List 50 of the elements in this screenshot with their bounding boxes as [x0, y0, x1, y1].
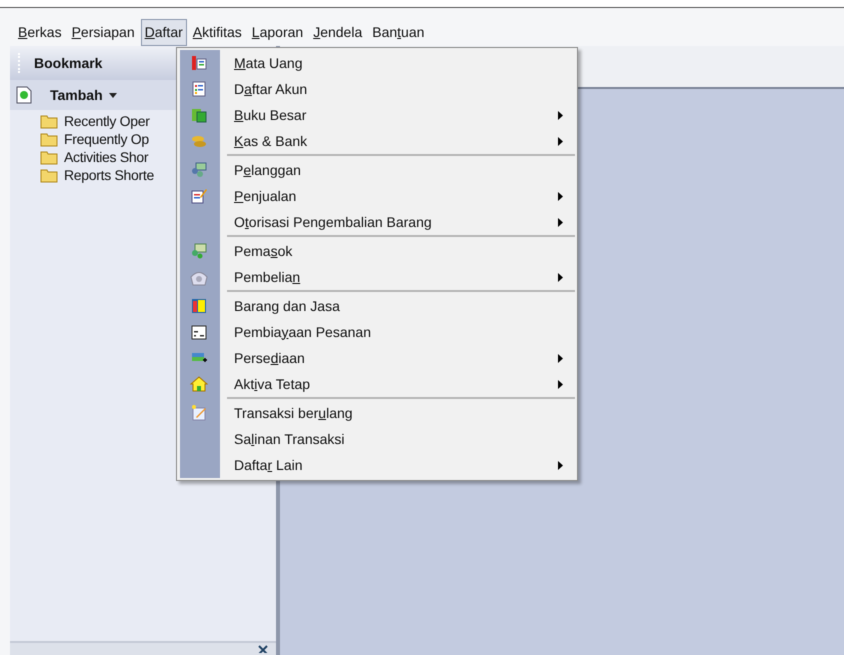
menu-item[interactable]: Aktiva Tetap	[177, 371, 575, 397]
menu-item[interactable]: Transaksi berulang	[177, 400, 575, 426]
menu-bar-item[interactable]: Laporan	[248, 18, 308, 46]
suppliers-icon	[190, 242, 208, 260]
menu-bar-item[interactable]: Aktifitas	[188, 18, 246, 46]
folder-icon	[40, 150, 58, 164]
form-icon	[190, 323, 208, 341]
menu-bar-item[interactable]: Berkas	[14, 18, 66, 46]
menu-item[interactable]: Pelanggan	[177, 157, 575, 183]
submenu-arrow-icon	[558, 192, 563, 200]
add-button[interactable]: Tambah	[50, 84, 117, 106]
menu-item[interactable]: Buku Besar	[177, 102, 575, 128]
submenu-arrow-icon	[558, 380, 563, 388]
house-icon	[190, 375, 208, 393]
add-page-icon	[16, 86, 32, 104]
menu-bar-item[interactable]: Bantuan	[368, 18, 428, 46]
menu-item[interactable]: Persediaan	[177, 345, 575, 371]
note-pencil-icon	[190, 404, 208, 422]
menu-item[interactable]: Kas & Bank	[177, 128, 575, 154]
menu-item[interactable]: Pemasok	[177, 238, 575, 264]
submenu-arrow-icon	[558, 218, 563, 226]
submenu-arrow-icon	[558, 136, 563, 146]
menu-item[interactable]: Barang dan Jasa	[177, 293, 575, 319]
panel-title: Bookmark	[34, 54, 102, 72]
currency-icon	[190, 54, 208, 72]
menu-item[interactable]: Penjualan	[177, 183, 575, 209]
list-icon	[190, 80, 208, 98]
close-icon[interactable]	[258, 643, 268, 653]
menu-bar-item[interactable]: Jendela	[309, 18, 366, 46]
submenu-arrow-icon	[558, 354, 563, 362]
people-icon	[190, 161, 208, 179]
menu-bar-item[interactable]: Persiapan	[68, 18, 139, 46]
menu-item[interactable]: Pembelian	[177, 264, 575, 290]
submenu-arrow-icon	[558, 272, 563, 282]
submenu-arrow-icon	[558, 460, 563, 470]
menu-bar-item[interactable]: Daftar	[140, 18, 187, 46]
menu-item[interactable]: Mata Uang	[177, 50, 575, 76]
folder-icon	[40, 114, 58, 128]
caret-icon	[108, 92, 117, 98]
bar-chart-icon	[190, 297, 208, 315]
menu-item[interactable]: Daftar Lain	[177, 452, 575, 478]
notepad-icon	[190, 187, 208, 205]
folder-icon	[40, 132, 58, 146]
submenu-arrow-icon	[558, 110, 563, 120]
folder-icon	[40, 168, 58, 182]
menu-item[interactable]: Salinan Transaksi	[177, 426, 575, 452]
menu-item[interactable]: Daftar Akun	[177, 76, 575, 102]
menu-item[interactable]: Otorisasi Pengembalian Barang	[177, 209, 575, 235]
ledger-icon	[190, 106, 208, 124]
menu-item[interactable]: Pembiayaan Pesanan	[177, 319, 575, 345]
